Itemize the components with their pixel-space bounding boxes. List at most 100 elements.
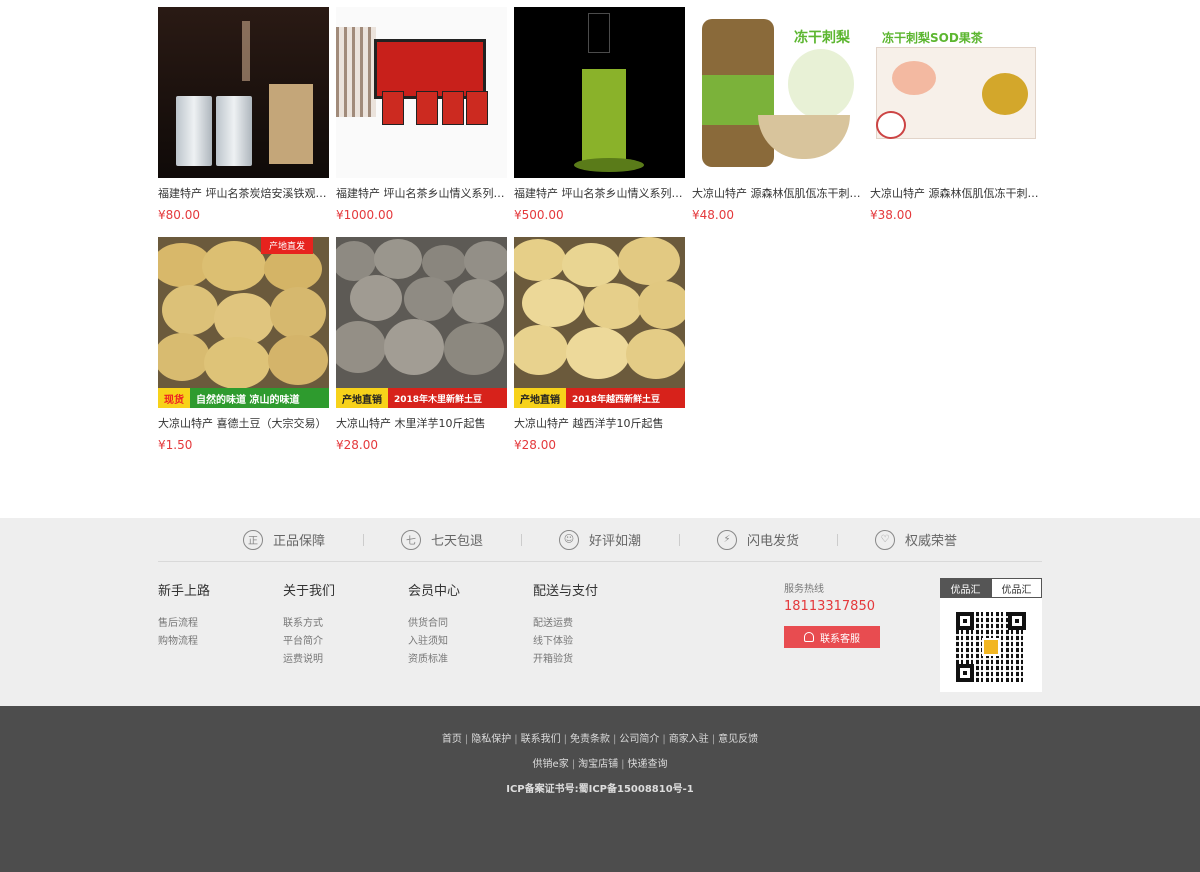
product-name[interactable]: 福建特产 坪山名茶乡山情义系列浓... <box>514 186 685 202</box>
product-list: 福建特产 坪山名茶炭焙安溪铁观音... ¥80.00 福建特产 坪山名茶乡山情义… <box>158 7 1048 467</box>
bottom-link-feedback[interactable]: 意见反馈 <box>718 734 758 745</box>
footer-bottom: 首页 | 隐私保护 | 联系我们 | 免责条款 | 公司简介 | 商家入驻 | 意见反馈 供销e家 | 淘宝… <box>0 706 1200 872</box>
product-card[interactable]: 福建特产 坪山名茶乡山情义系列浓... ¥1000.00 <box>336 7 507 223</box>
product-image[interactable]: 产地直销 2018年木里新鲜土豆 <box>336 237 507 408</box>
product-image[interactable] <box>336 7 507 178</box>
product-name[interactable]: 福建特产 坪山名茶炭焙安溪铁观音... <box>158 186 329 202</box>
footer-link-columns: 新手上路 售后流程 购物流程 关于我们 联系方式 平台简介 运费说明 会员中心 … <box>158 580 658 669</box>
bottom-link-contact[interactable]: 联系我们 <box>521 734 561 745</box>
hotline-block: 服务热线 18113317850 联系客服 <box>784 580 880 648</box>
service-return: 七 七天包退 <box>362 529 521 550</box>
product-price: ¥1.50 <box>158 438 193 452</box>
banner-label: 产地直销 <box>514 388 566 408</box>
service-shipping: ⚡ 闪电发货 <box>679 529 837 550</box>
hotline-number: 18113317850 <box>784 599 875 614</box>
product-name[interactable]: 大凉山特产 源森林佤肌佤冻干刺梨... <box>692 186 863 202</box>
qr-panel: 优品汇 优品汇 <box>940 578 1042 692</box>
bottom-link-merchant[interactable]: 商家入驻 <box>669 734 709 745</box>
qr-logo-icon <box>982 638 1000 656</box>
bottom-link-home[interactable]: 首页 <box>442 734 462 745</box>
service-label: 权威荣誉 <box>905 534 958 549</box>
bottom-link-disclaimer[interactable]: 免责条款 <box>570 734 610 745</box>
footer-link[interactable]: 配送运费 <box>533 615 658 633</box>
icp-record: ICP备案证书号:蜀ICP备15008810号-1 <box>506 784 694 795</box>
bottom-links-2: 供销e家 | 淘宝店铺 | 快递查询 <box>532 759 668 770</box>
product-card[interactable]: 福建特产 坪山名茶乡山情义系列浓... ¥500.00 <box>514 7 685 223</box>
bottom-link-taobao[interactable]: 淘宝店铺 <box>578 759 618 770</box>
product-grid: 福建特产 坪山名茶炭焙安溪铁观音... ¥80.00 福建特产 坪山名茶乡山情义… <box>158 7 1048 467</box>
footer-link[interactable]: 运费说明 <box>283 651 408 669</box>
product-name[interactable]: 大凉山特产 喜德土豆（大宗交易） <box>158 416 329 432</box>
bottom-links: 首页 | 隐私保护 | 联系我们 | 免责条款 | 公司简介 | 商家入驻 | 意见反馈 <box>441 734 759 745</box>
footer-service-area: 正 正品保障 七 七天包退 ☺ 好评如潮 ⚡ 闪电发货 ♡ 权威荣誉 新手上路 … <box>0 518 1200 706</box>
contact-service-label: 联系客服 <box>820 633 860 645</box>
bottom-link-gongxiao[interactable]: 供销e家 <box>533 759 569 770</box>
banner-text: 自然的味道 凉山的味道 <box>196 394 300 406</box>
service-honor: ♡ 权威荣誉 <box>837 529 995 550</box>
footer-col-member: 会员中心 供货合同 入驻须知 资质标准 <box>408 580 533 669</box>
footer-link[interactable]: 资质标准 <box>408 651 533 669</box>
product-image[interactable] <box>514 7 685 178</box>
bottom-link-company[interactable]: 公司简介 <box>619 734 659 745</box>
footer-link[interactable]: 售后流程 <box>158 615 283 633</box>
medal-icon: ♡ <box>875 529 896 550</box>
hotline-label: 服务热线 <box>784 584 824 595</box>
footer-link[interactable]: 供货合同 <box>408 615 533 633</box>
image-title: 冻干刺梨SOD果茶 <box>882 31 983 45</box>
product-name[interactable]: 福建特产 坪山名茶乡山情义系列浓... <box>336 186 507 202</box>
lightning-icon: ⚡ <box>717 529 737 550</box>
genuine-icon: 正 <box>242 529 263 550</box>
product-card[interactable]: 产地直销 2018年越西新鲜土豆 大凉山特产 越西洋芋10斤起售 ¥28.00 <box>514 237 685 453</box>
banner-text: 2018年木里新鲜土豆 <box>394 394 483 405</box>
footer-link[interactable]: 开箱验货 <box>533 651 658 669</box>
qr-tab-active[interactable]: 优品汇 <box>940 578 991 598</box>
qr-code-image <box>956 612 1026 682</box>
product-price: ¥500.00 <box>514 208 564 222</box>
product-price: ¥38.00 <box>870 208 912 222</box>
footer-link[interactable]: 购物流程 <box>158 633 283 651</box>
footer-col-about: 关于我们 联系方式 平台简介 运费说明 <box>283 580 408 669</box>
product-card[interactable]: 冻干刺梨 大凉山特产 源森林佤肌佤冻干刺梨... ¥48.00 <box>692 7 863 223</box>
banner-label: 产地直销 <box>336 388 388 408</box>
product-price: ¥28.00 <box>514 438 556 452</box>
product-price: ¥28.00 <box>336 438 378 452</box>
product-image[interactable] <box>158 7 329 178</box>
footer-link[interactable]: 平台简介 <box>283 633 408 651</box>
product-image[interactable]: 产地直销 2018年越西新鲜土豆 <box>514 237 685 408</box>
footer-col-title: 关于我们 <box>283 584 336 599</box>
headset-icon <box>804 632 814 642</box>
footer-col-title: 配送与支付 <box>533 584 599 599</box>
product-name[interactable]: 大凉山特产 源森林佤肌佤冻干刺梨... <box>870 186 1041 202</box>
footer-link[interactable]: 线下体验 <box>533 633 658 651</box>
product-price: ¥1000.00 <box>336 208 394 222</box>
product-price: ¥48.00 <box>692 208 734 222</box>
image-title: 冻干刺梨 <box>794 30 850 46</box>
bottom-link-privacy[interactable]: 隐私保护 <box>471 734 511 745</box>
seven-day-icon: 七 <box>400 529 421 550</box>
product-card[interactable]: 冻干刺梨SOD果茶 大凉山特产 源森林佤肌佤冻干刺梨... ¥38.00 <box>870 7 1041 223</box>
footer-col-delivery: 配送与支付 配送运费 线下体验 开箱验货 <box>533 580 658 669</box>
qr-tab-inactive[interactable]: 优品汇 <box>991 578 1042 598</box>
footer-col-title: 会员中心 <box>408 584 461 599</box>
footer-link[interactable]: 入驻须知 <box>408 633 533 651</box>
service-label: 闪电发货 <box>747 534 800 549</box>
contact-service-button[interactable]: 联系客服 <box>784 626 880 648</box>
image-tag: 产地直发 <box>260 237 313 254</box>
product-card[interactable]: 福建特产 坪山名茶炭焙安溪铁观音... ¥80.00 <box>158 7 329 223</box>
banner-text: 2018年越西新鲜土豆 <box>572 394 661 405</box>
service-genuine: 正 正品保障 <box>205 529 363 550</box>
product-card[interactable]: 产地直发 现货 自然的味道 凉山的味道 大凉山特产 喜德土豆（大宗交易） ¥1.… <box>158 237 329 453</box>
footer-link[interactable]: 联系方式 <box>283 615 408 633</box>
product-image[interactable]: 冻干刺梨SOD果茶 <box>870 7 1041 178</box>
product-image[interactable]: 产地直发 现货 自然的味道 凉山的味道 <box>158 237 329 408</box>
service-label: 好评如潮 <box>588 534 641 549</box>
product-name[interactable]: 大凉山特产 越西洋芋10斤起售 <box>514 416 685 432</box>
smile-icon: ☺ <box>558 529 579 550</box>
service-bar: 正 正品保障 七 七天包退 ☺ 好评如潮 ⚡ 闪电发货 ♡ 权威荣誉 <box>158 518 1042 562</box>
service-label: 七天包退 <box>430 534 483 549</box>
product-name[interactable]: 大凉山特产 木里洋芋10斤起售 <box>336 416 507 432</box>
product-card[interactable]: 产地直销 2018年木里新鲜土豆 大凉山特产 木里洋芋10斤起售 ¥28.00 <box>336 237 507 453</box>
banner-label: 现货 <box>158 388 190 408</box>
bottom-link-express[interactable]: 快递查询 <box>627 759 667 770</box>
product-image[interactable]: 冻干刺梨 <box>692 7 863 178</box>
